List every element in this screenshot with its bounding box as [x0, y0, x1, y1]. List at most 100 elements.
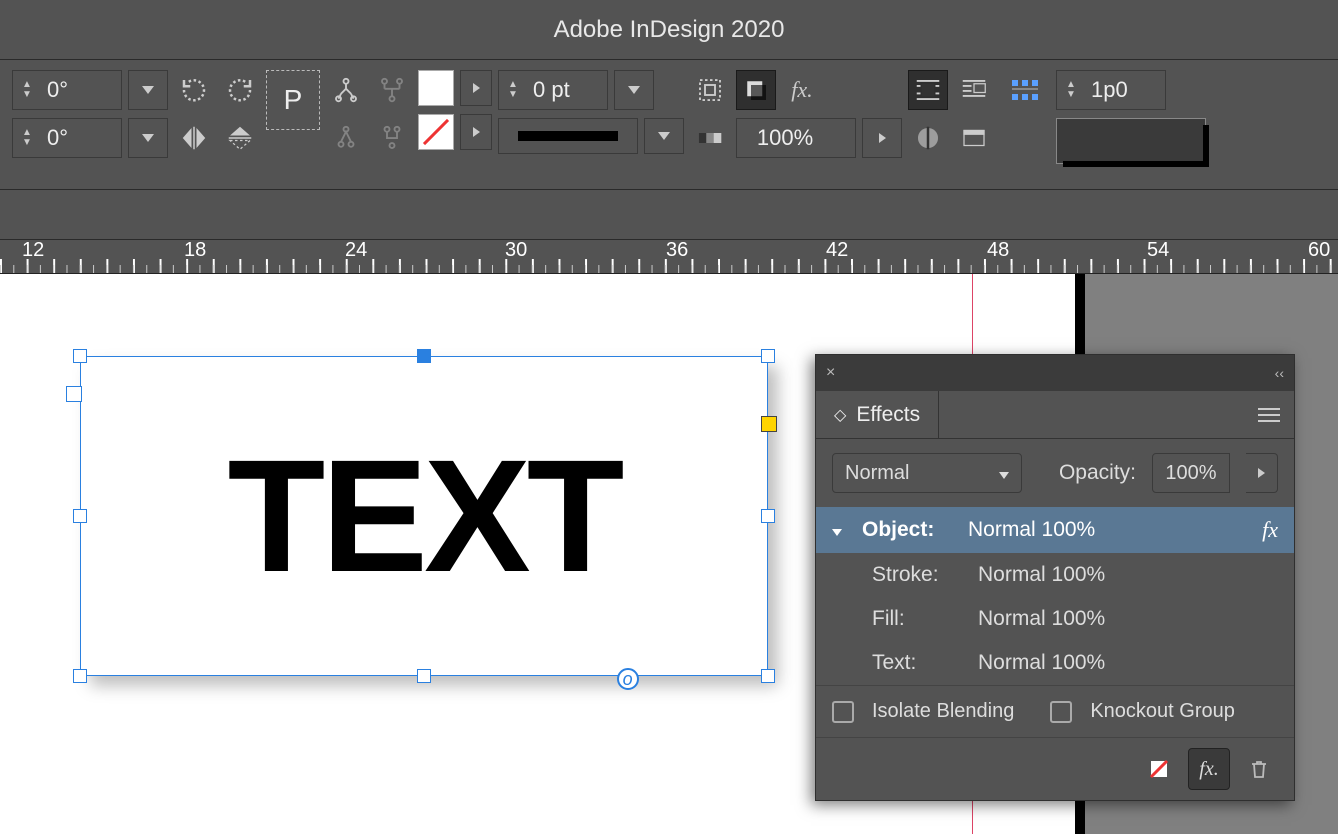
shear-dropdown[interactable]	[128, 118, 168, 158]
live-corner-handle[interactable]	[761, 416, 777, 432]
stroke-weight-field[interactable]: ▲▼ 0 pt	[498, 70, 608, 110]
ruler-number: 30	[505, 240, 527, 263]
rotation-dropdown[interactable]	[128, 70, 168, 110]
document-canvas[interactable]: TEXT o × ‹‹ ◇ Effects Normal	[0, 274, 1338, 834]
fill-swatch[interactable]	[418, 70, 454, 106]
ruler-number: 54	[1147, 240, 1169, 263]
fx-button[interactable]: fx.	[782, 70, 822, 110]
chevron-down-icon[interactable]	[832, 518, 856, 542]
resize-handle-tl[interactable]	[73, 349, 87, 363]
auto-fit-icon[interactable]	[690, 70, 730, 110]
ruler-number: 24	[345, 240, 367, 263]
text-in-port[interactable]	[66, 386, 82, 402]
corner-options-preview[interactable]	[1056, 118, 1206, 164]
stroke-swatch[interactable]	[418, 114, 454, 150]
effect-value: Normal 100%	[968, 518, 1095, 542]
effects-tab-label: Effects	[856, 403, 920, 427]
effects-tab[interactable]: ◇ Effects	[816, 391, 939, 438]
opacity-menu[interactable]	[862, 118, 902, 158]
shear-value: 0°	[41, 125, 121, 151]
resize-handle-mr[interactable]	[761, 509, 775, 523]
effect-row-text[interactable]: Text: Normal 100%	[816, 641, 1294, 685]
rotation-angle-field[interactable]: ▲▼ 0°	[12, 70, 122, 110]
delete-icon[interactable]	[1238, 748, 1280, 790]
panel-controls: Normal Opacity: 100%	[816, 439, 1294, 507]
effect-label: Fill:	[872, 607, 972, 631]
opacity-input[interactable]: 100%	[1152, 453, 1230, 493]
effect-row-stroke[interactable]: Stroke: Normal 100%	[816, 553, 1294, 597]
effects-panel[interactable]: × ‹‹ ◇ Effects Normal Opacity: 100%	[815, 354, 1295, 801]
panel-header[interactable]: × ‹‹	[816, 355, 1294, 391]
resize-handle-bm[interactable]	[417, 669, 431, 683]
isolate-blending-label: Isolate Blending	[872, 700, 1014, 723]
title-bar: Adobe InDesign 2020	[0, 0, 1338, 60]
stepper-arrows-icon[interactable]: ▲▼	[1057, 80, 1085, 100]
type-on-path-icon[interactable]: P	[266, 70, 320, 130]
opacity-input-value: 100%	[1165, 462, 1216, 485]
opacity-icon[interactable]	[690, 118, 730, 158]
panel-tab-bar: ◇ Effects	[816, 391, 1294, 439]
select-content-icon[interactable]	[372, 70, 412, 110]
directional-feather-icon[interactable]	[954, 118, 994, 158]
rotate-ccw-icon[interactable]	[220, 70, 260, 110]
shear-angle-field[interactable]: ▲▼ 0°	[12, 118, 122, 158]
flip-vertical-icon[interactable]	[220, 118, 260, 158]
resize-handle-ml[interactable]	[73, 509, 87, 523]
dimension-value: 1p0	[1085, 77, 1165, 103]
knockout-group-checkbox[interactable]	[1050, 701, 1072, 723]
next-object-icon[interactable]	[372, 118, 412, 158]
effect-value: Normal 100%	[978, 563, 1105, 587]
control-bar: ▲▼ 0° ▲▼ 0°	[0, 60, 1338, 190]
text-out-port[interactable]: o	[617, 668, 639, 690]
blend-mode-select[interactable]: Normal	[832, 453, 1022, 493]
rotation-value: 0°	[41, 77, 121, 103]
horizontal-ruler[interactable]: 121824303642485460	[0, 240, 1338, 274]
app-title: Adobe InDesign 2020	[554, 16, 785, 44]
updown-icon: ◇	[834, 405, 846, 425]
effect-label: Stroke:	[872, 563, 972, 587]
stroke-swatch-menu[interactable]	[460, 114, 492, 150]
stroke-style-preview[interactable]	[498, 118, 638, 154]
text-wrap-bounding-icon[interactable]	[908, 70, 948, 110]
effect-row-fill[interactable]: Fill: Normal 100%	[816, 597, 1294, 641]
stepper-arrows-icon[interactable]: ▲▼	[13, 80, 41, 100]
knockout-group-label: Knockout Group	[1090, 700, 1235, 723]
opacity-stepper[interactable]	[1246, 453, 1278, 493]
collapse-icon[interactable]: ‹‹	[1275, 365, 1284, 381]
text-wrap-object-icon[interactable]	[954, 70, 994, 110]
panel-options: Isolate Blending Knockout Group	[816, 685, 1294, 737]
drop-shadow-button[interactable]	[736, 70, 776, 110]
fx-menu-icon[interactable]: fx.	[1188, 748, 1230, 790]
stepper-arrows-icon[interactable]: ▲▼	[499, 80, 527, 100]
flip-horizontal-icon[interactable]	[174, 118, 214, 158]
clear-effects-icon[interactable]	[1138, 748, 1180, 790]
stroke-weight-value: 0 pt	[527, 77, 607, 103]
effect-label: Object:	[862, 518, 962, 542]
stepper-arrows-icon[interactable]: ▲▼	[13, 128, 41, 148]
stroke-weight-dropdown[interactable]	[614, 70, 654, 110]
type-on-path-glyph: P	[284, 84, 303, 116]
panel-menu-icon[interactable]	[1244, 391, 1294, 438]
rotate-cw-icon[interactable]	[174, 70, 214, 110]
gradient-feather-icon[interactable]	[908, 118, 948, 158]
selected-text-frame[interactable]: TEXT o	[80, 356, 768, 676]
isolate-blending-checkbox[interactable]	[832, 701, 854, 723]
opacity-label: Opacity:	[1059, 461, 1136, 485]
resize-handle-tr[interactable]	[761, 349, 775, 363]
resize-handle-br[interactable]	[761, 669, 775, 683]
dimension-field[interactable]: ▲▼ 1p0	[1056, 70, 1166, 110]
blend-mode-value: Normal	[845, 462, 909, 485]
stroke-style-dropdown[interactable]	[644, 118, 684, 154]
ruler-number: 60	[1308, 240, 1330, 263]
frame-fitting-icon[interactable]	[1000, 70, 1050, 110]
close-icon[interactable]: ×	[826, 364, 835, 382]
effect-row-object[interactable]: Object: Normal 100% fx	[816, 507, 1294, 553]
effect-value: Normal 100%	[978, 651, 1105, 675]
ruler-number: 36	[666, 240, 688, 263]
select-container-icon[interactable]	[326, 70, 366, 110]
resize-handle-bl[interactable]	[73, 669, 87, 683]
fill-swatch-menu[interactable]	[460, 70, 492, 106]
opacity-field[interactable]: 100%	[736, 118, 856, 158]
prev-object-icon[interactable]	[326, 118, 366, 158]
resize-handle-tm[interactable]	[417, 349, 431, 363]
